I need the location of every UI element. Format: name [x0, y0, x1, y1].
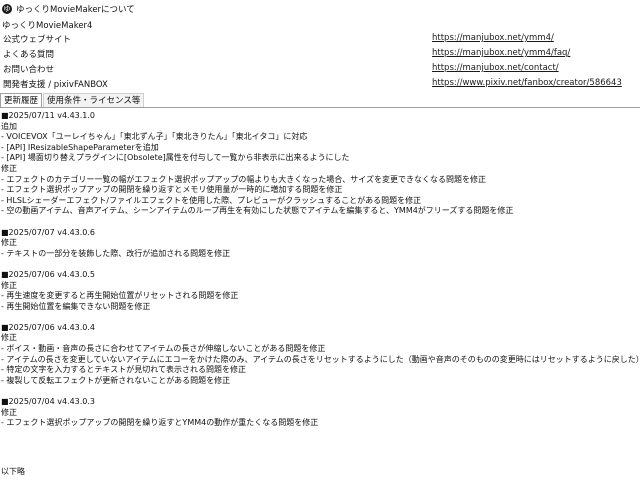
link-label: お問い合わせ [3, 65, 55, 75]
changelog-line: - ボイス・動画・音声の長さに合わせてアイテムの長さが伸縮しないことがある問題を… [1, 344, 326, 354]
app-icon: ゆ [2, 4, 12, 14]
changelog-line: - 再生開始位置を編集できない問題を修正 [1, 301, 151, 311]
changelog-version-heading: ■2025/07/06 v4.43.0.5 [1, 269, 96, 279]
changelog-line: 修正 [1, 407, 17, 417]
title-bar: ゆ ゆっくりMovieMakerについて [0, 0, 640, 18]
changelog-spacer [1, 386, 637, 397]
fanbox-link[interactable]: https://www.pixiv.net/fanbox/creator/586… [432, 78, 622, 88]
link-row-website: 公式ウェブサイト https://manjubox.net/ymm4/ [0, 31, 640, 46]
link-label: よくある質問 [3, 50, 55, 60]
changelog-line: - 再生速度を変更すると再生開始位置がリセットされる問題を修正 [1, 291, 239, 301]
changelog-line: - [API] 場面切り替えプラグインに[Obsolete]属性を付与して一覧か… [1, 153, 350, 163]
tab-divider [0, 107, 640, 108]
changelog-line: 追加 [1, 121, 17, 131]
changelog-line: - 空の動画アイテム、音声アイテム、シーンアイテムのループ再生を有効にした状態で… [1, 206, 514, 216]
link-label: 開発者支援 / pixivFANBOX [3, 80, 108, 90]
link-row-faq: よくある質問 https://manjubox.net/ymm4/faq/ [0, 46, 640, 61]
tab-changelog[interactable]: 更新履歴 [0, 93, 43, 108]
footer-note: 以下略 [1, 467, 25, 476]
link-label: 公式ウェブサイト [3, 35, 72, 45]
changelog-line: - [API] IResizableShapeParameterを追加 [1, 142, 159, 152]
changelog-version-heading: ■2025/07/11 v4.43.1.0 [1, 111, 96, 120]
tab-license[interactable]: 使用条件・ライセンス等 [43, 93, 145, 108]
changelog-line: - テキストの一部分を装飾した際、改行が追加される問題を修正 [1, 248, 231, 258]
changelog-line: 修正 [1, 163, 17, 173]
changelog-line: 修正 [1, 238, 17, 248]
changelog-line: 修正 [1, 280, 17, 290]
changelog-spacer [1, 259, 637, 270]
window-title: ゆっくりMovieMakerについて [16, 5, 135, 15]
changelog-line: - VOICEVOX「ユーレイちゃん」「東北ずん子」「東北きりたん」「東北イタコ… [1, 132, 308, 142]
changelog-line: - エフェクト選択ポップアップの開閉を繰り返すとYMM4の動作が重たくなる問題を… [1, 418, 319, 428]
changelog-line: - 複製して反転エフェクトが更新されないことがある問題を修正 [1, 375, 231, 385]
contact-link[interactable]: https://manjubox.net/contact/ [432, 63, 559, 73]
website-link[interactable]: https://manjubox.net/ymm4/ [432, 33, 554, 43]
changelog-line: - 特定の文字を入力するとテキストが見切れて表示される問題を修正 [1, 365, 246, 375]
changelog-panel: ■2025/07/11 v4.43.1.0 追加 - VOICEVOX「ユーレイちゃ… [1, 111, 640, 429]
changelog-version-heading: ■2025/07/04 v4.43.0.3 [1, 397, 96, 407]
changelog-spacer [1, 217, 637, 228]
link-row-contact: お問い合わせ https://manjubox.net/contact/ [0, 61, 640, 76]
changelog-line: 修正 [1, 333, 17, 343]
faq-link[interactable]: https://manjubox.net/ymm4/faq/ [432, 48, 570, 58]
link-row-fanbox: 開発者支援 / pixivFANBOX https://www.pixiv.ne… [0, 76, 640, 91]
changelog-line: - アイテムの長さを変更していないアイテムにエコーをかけた際のみ、アイテムの長さ… [1, 354, 640, 364]
tab-strip: 更新履歴 使用条件・ライセンス等 [0, 93, 145, 108]
changelog-line: - エフェクト選択ポップアップの開閉を繰り返すとメモリ使用量が一時的に増加する問… [1, 185, 343, 195]
changelog-version-heading: ■2025/07/06 v4.43.0.4 [1, 322, 96, 332]
changelog-version-heading: ■2025/07/07 v4.43.0.6 [1, 227, 96, 237]
app-name: ゆっくりMovieMaker4 [2, 21, 93, 31]
changelog-line: - HLSLシェーダーエフェクト/ファイルエフェクトを使用した際、プレビューがク… [1, 195, 422, 205]
changelog-spacer [1, 312, 637, 323]
changelog-line: - エフェクトのカテゴリー一覧の幅がエフェクト選択ポップアップの幅よりも大きくな… [1, 174, 487, 184]
